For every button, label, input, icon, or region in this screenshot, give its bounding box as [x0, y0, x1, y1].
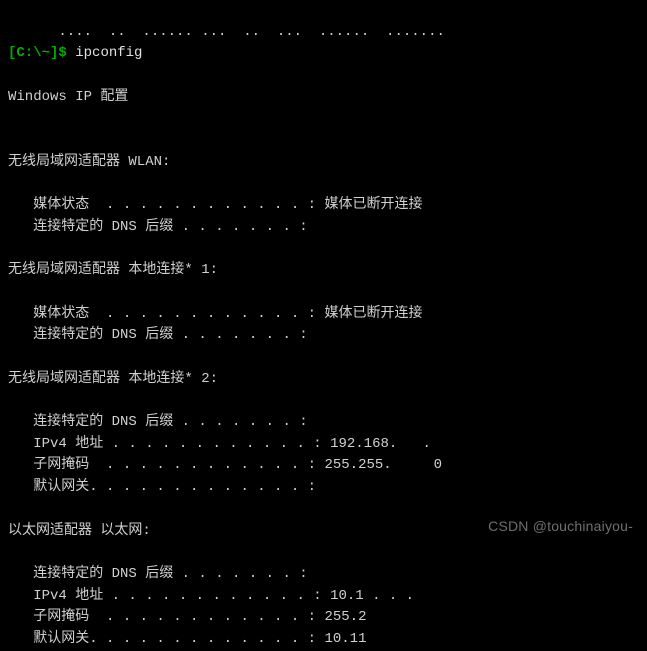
- output-row: IPv4 地址 . . . . . . . . . . . . : 192.16…: [33, 436, 439, 452]
- output-row: 媒体状态 . . . . . . . . . . . . : 媒体已断开连接: [33, 197, 422, 213]
- row-label: 连接特定的 DNS 后缀 . . . . . . . :: [33, 327, 307, 343]
- adapter-title: 以太网适配器 以太网:: [8, 523, 151, 539]
- row-label: 连接特定的 DNS 后缀 . . . . . . . :: [33, 414, 307, 430]
- row-value: 192.168. .: [322, 436, 440, 452]
- row-label: 媒体状态 . . . . . . . . . . . . :: [33, 197, 316, 213]
- prompt-path: C:\~: [16, 45, 50, 61]
- row-value: 媒体已断开连接: [316, 306, 422, 322]
- ip-config-header: Windows IP 配置: [8, 89, 128, 105]
- output-row: 连接特定的 DNS 后缀 . . . . . . . :: [33, 219, 307, 235]
- row-label: 连接特定的 DNS 后缀 . . . . . . . :: [33, 219, 307, 235]
- prompt-line: [C:\~]$ ipconfig: [8, 45, 142, 61]
- adapter-title: 无线局域网适配器 本地连接* 1:: [8, 262, 218, 278]
- output-row: 子网掩码 . . . . . . . . . . . . : 255.255. …: [33, 457, 442, 473]
- output-row: 连接特定的 DNS 后缀 . . . . . . . :: [33, 566, 307, 582]
- output-row: 连接特定的 DNS 后缀 . . . . . . . :: [33, 327, 307, 343]
- output-row: IPv4 地址 . . . . . . . . . . . . : 10.1 .…: [33, 588, 422, 604]
- row-label: 默认网关. . . . . . . . . . . . . :: [33, 479, 316, 495]
- row-label: 连接特定的 DNS 后缀 . . . . . . . :: [33, 566, 307, 582]
- output-row: 媒体状态 . . . . . . . . . . . . : 媒体已断开连接: [33, 306, 422, 322]
- row-value: 10.11: [316, 631, 425, 647]
- row-label: 默认网关. . . . . . . . . . . . . :: [33, 631, 316, 647]
- command-text: ipconfig: [75, 45, 142, 61]
- row-value: 媒体已断开连接: [316, 197, 422, 213]
- row-label: 子网掩码 . . . . . . . . . . . . :: [33, 457, 316, 473]
- prompt-dollar: $: [58, 45, 66, 61]
- row-label: 子网掩码 . . . . . . . . . . . . :: [33, 609, 316, 625]
- output-row: 子网掩码 . . . . . . . . . . . . : 255.2: [33, 609, 425, 625]
- row-label: IPv4 地址 . . . . . . . . . . . . :: [33, 588, 321, 604]
- adapter-title: 无线局域网适配器 本地连接* 2:: [8, 371, 218, 387]
- output-row: 连接特定的 DNS 后缀 . . . . . . . :: [33, 414, 307, 430]
- output-row: 默认网关. . . . . . . . . . . . . : 10.11: [33, 631, 425, 647]
- output-row: 默认网关. . . . . . . . . . . . . :: [33, 479, 316, 495]
- adapter-title: 无线局域网适配器 WLAN:: [8, 154, 170, 170]
- row-label: 媒体状态 . . . . . . . . . . . . :: [33, 306, 316, 322]
- row-label: IPv4 地址 . . . . . . . . . . . . :: [33, 436, 321, 452]
- row-value: 10.1 . . .: [322, 588, 423, 604]
- row-value: 255.255. 0: [316, 457, 442, 473]
- watermark-text: CSDN @touchinaiyou-: [488, 516, 633, 538]
- truncated-top-line: .... .. ...... ... .. ... ...... .......: [8, 24, 445, 40]
- terminal-output: .... .. ...... ... .. ... ...... .......…: [0, 0, 647, 651]
- row-value: 255.2: [316, 609, 425, 625]
